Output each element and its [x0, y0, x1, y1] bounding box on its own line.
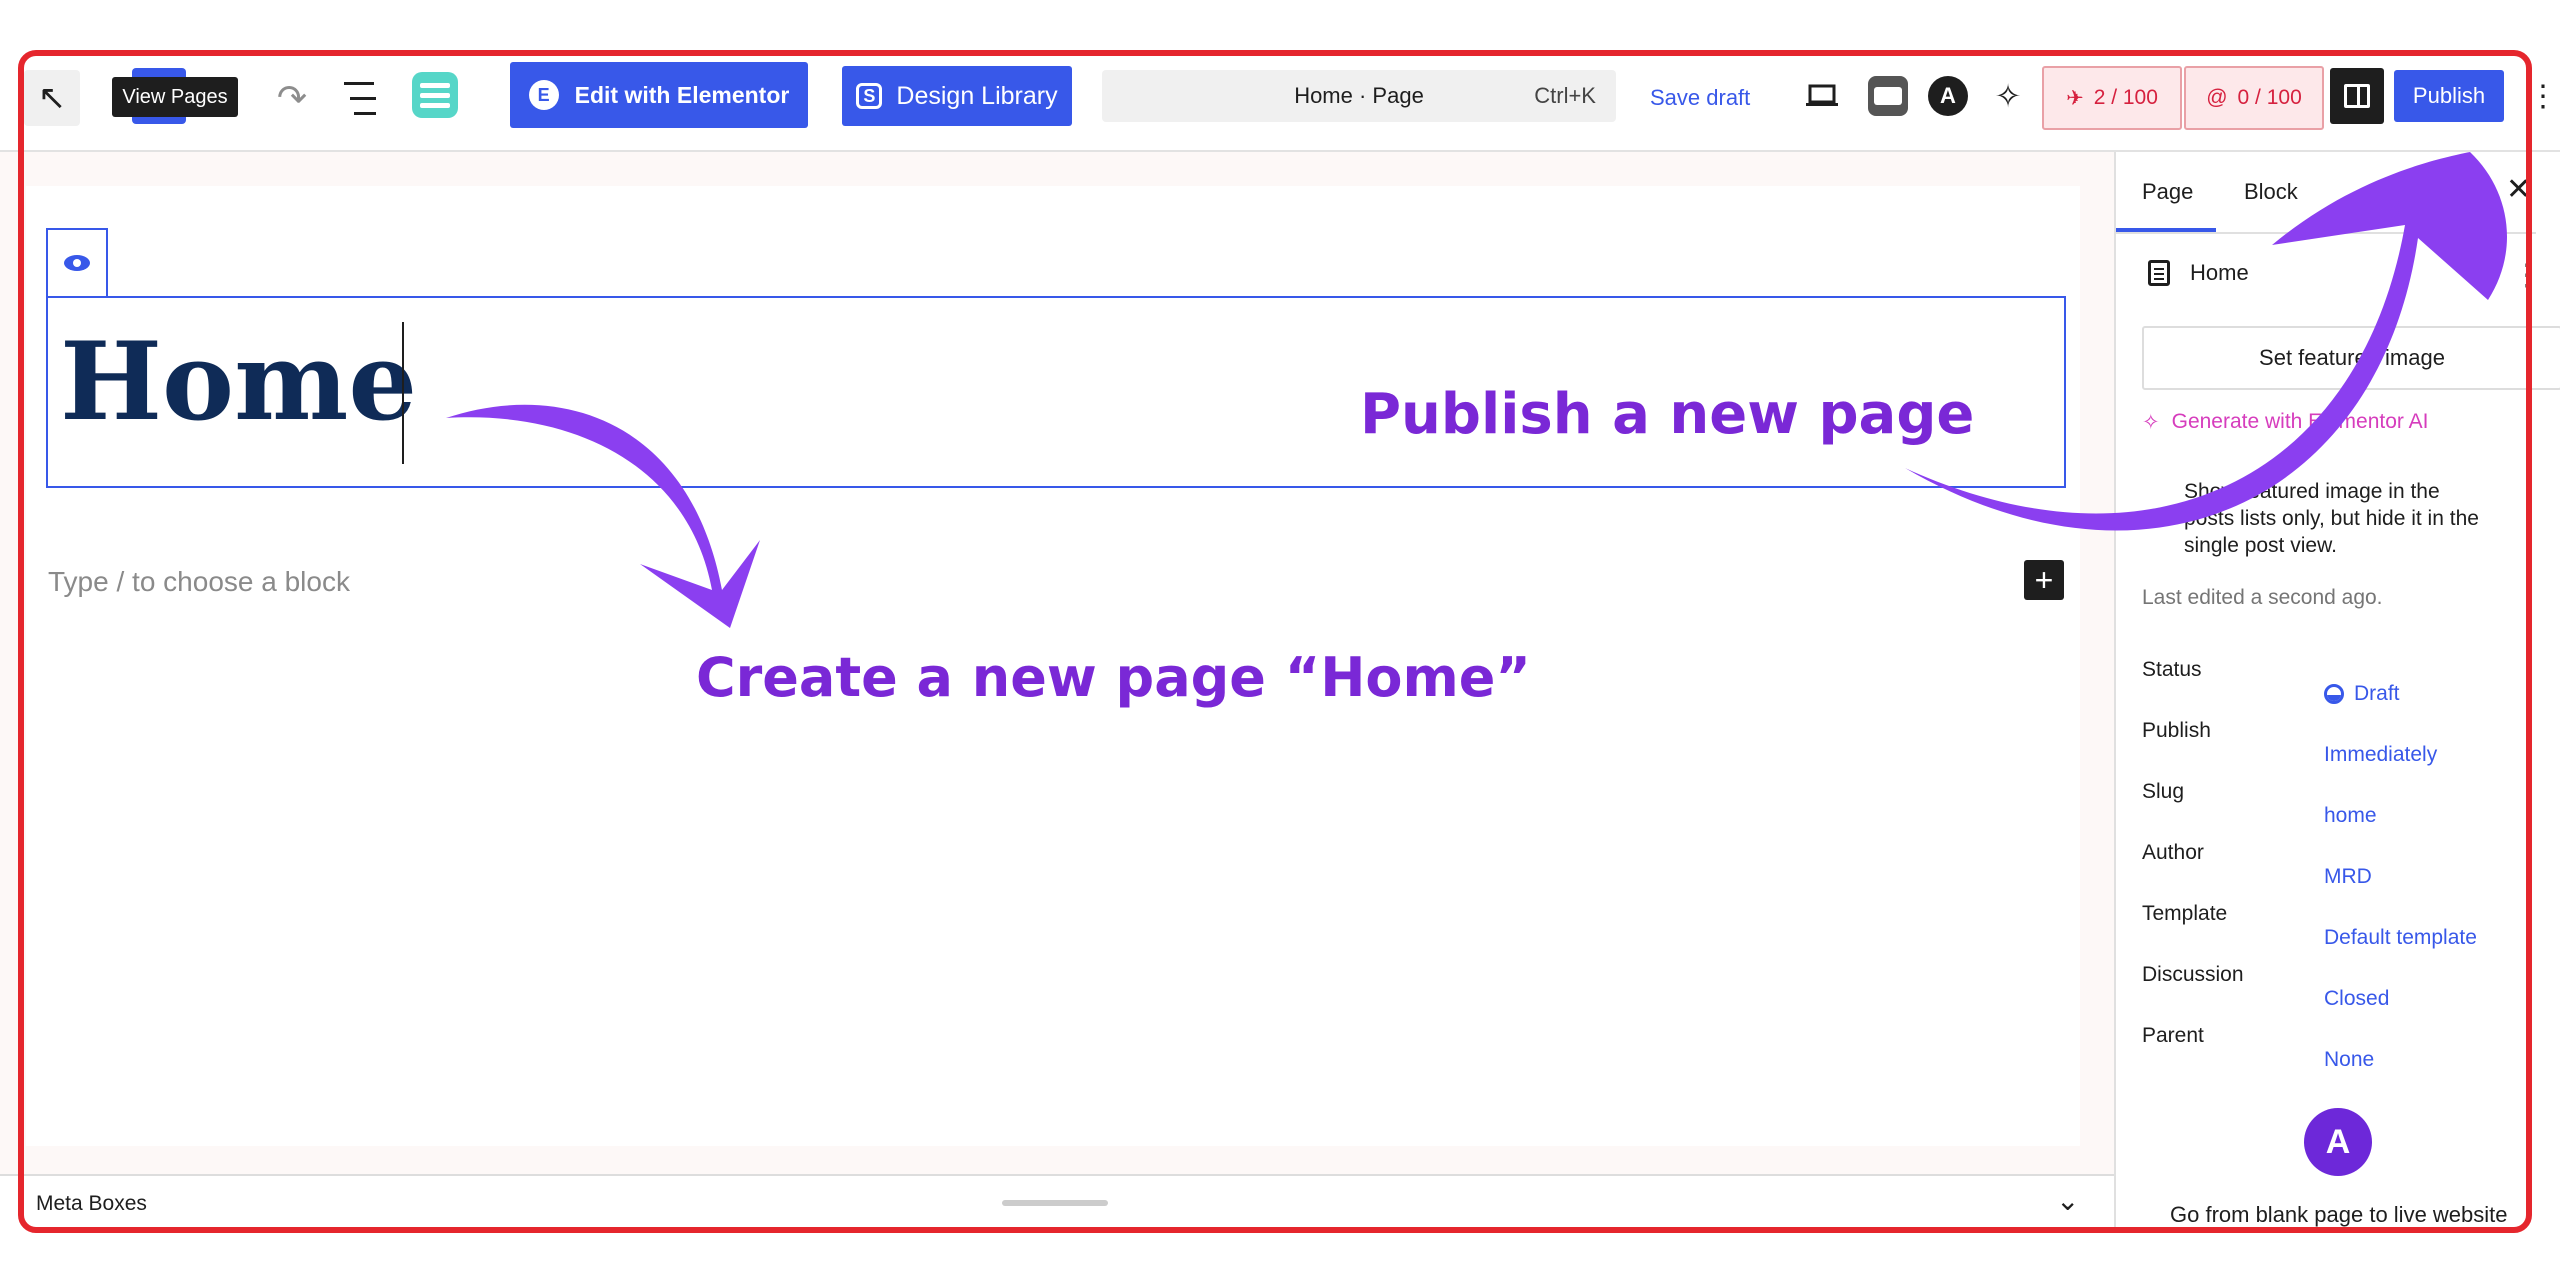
back-button[interactable]: ↖: [24, 70, 80, 126]
meta-row-discussion: Discussion Closed: [2142, 963, 2532, 1010]
sidebar-tabs: Page Block ✕: [2116, 152, 2536, 234]
publish-button[interactable]: Publish: [2394, 70, 2504, 122]
generate-ai-label: Generate with Elementor AI: [2171, 410, 2429, 433]
arrow-up-left-icon: ↖: [37, 79, 67, 117]
meta-label: Parent: [2142, 1024, 2204, 1047]
elementor-icon: E: [528, 80, 559, 110]
save-draft-button[interactable]: Save draft: [1650, 74, 1750, 122]
template-value[interactable]: Default template: [2324, 926, 2477, 950]
annotation-create-page: Create a new page “Home”: [696, 646, 1531, 709]
tab-block[interactable]: Block: [2244, 152, 2298, 232]
document-name: Home: [2190, 260, 2249, 285]
generate-ai-link[interactable]: ✧ Generate with Elementor AI: [2142, 410, 2428, 435]
design-library-icon: S: [856, 83, 883, 109]
page-icon: [2148, 260, 2170, 286]
layout-icon[interactable]: [1868, 76, 1908, 116]
annotation-publish-page: Publish a new page: [1360, 382, 1975, 447]
meta-row-parent: Parent None: [2142, 1024, 2532, 1071]
readability-value: 0 / 100: [2237, 86, 2302, 109]
readability-counter[interactable]: @ 0 / 100: [2184, 66, 2324, 130]
meta-label: Template: [2142, 902, 2228, 925]
preview-device-icon[interactable]: [1800, 74, 1844, 118]
promo-text: Go from blank page to live website: [2170, 1202, 2508, 1227]
eye-icon: [64, 255, 90, 271]
meta-boxes-panel[interactable]: Meta Boxes ⌄: [0, 1174, 2114, 1234]
astra-logo: A: [2304, 1108, 2372, 1176]
visibility-toggle[interactable]: [46, 228, 108, 298]
active-tab-indicator: [2116, 228, 2216, 232]
close-icon[interactable]: ✕: [2506, 172, 2531, 207]
text-caret: [402, 322, 404, 464]
more-options-icon[interactable]: ⋮: [2528, 72, 2558, 120]
seo-score-counter[interactable]: ✈ 2 / 100: [2042, 66, 2182, 130]
meta-label: Status: [2142, 658, 2202, 681]
ai-sparkle-icon: ✧: [2142, 411, 2160, 434]
design-library-button[interactable]: S Design Library: [842, 66, 1072, 126]
spectra-icon[interactable]: [412, 72, 458, 118]
resize-handle[interactable]: [1002, 1200, 1108, 1206]
list-view-icon[interactable]: [340, 74, 388, 122]
meta-boxes-label: Meta Boxes: [36, 1192, 147, 1215]
edit-with-elementor-label: Edit with Elementor: [574, 81, 790, 108]
chevron-down-icon[interactable]: ⌄: [2056, 1184, 2079, 1217]
last-edited-text: Last edited a second ago.: [2142, 586, 2383, 609]
parent-value[interactable]: None: [2324, 1048, 2374, 1072]
page-title[interactable]: Home: [60, 328, 417, 436]
featured-image-visibility-text[interactable]: Show featured image in the posts lists o…: [2184, 478, 2484, 559]
ai-sparkle-icon[interactable]: ✧: [1986, 74, 2030, 118]
document-summary: Home: [2148, 260, 2249, 286]
discussion-value[interactable]: Closed: [2324, 987, 2389, 1011]
status-text: Draft: [2354, 682, 2400, 705]
design-library-label: Design Library: [896, 81, 1058, 110]
redo-icon[interactable]: ↷: [268, 74, 316, 122]
seo-icon: ✈: [2066, 86, 2084, 110]
meta-label: Discussion: [2142, 963, 2244, 986]
command-palette[interactable]: Home · Page Ctrl+K: [1102, 70, 1616, 122]
meta-row-publish: Publish Immediately: [2142, 719, 2532, 766]
status-value[interactable]: Draft: [2324, 682, 2400, 706]
meta-row-status: Status Draft: [2142, 658, 2532, 705]
seo-score-value: 2 / 100: [2093, 86, 2158, 109]
plus-icon: +: [2034, 561, 2054, 598]
tab-page[interactable]: Page: [2142, 152, 2193, 232]
astra-icon[interactable]: A: [1928, 76, 1968, 116]
set-featured-image-button[interactable]: Set featured image: [2142, 326, 2560, 390]
readability-icon: @: [2206, 86, 2228, 109]
meta-row-slug: Slug home: [2142, 780, 2532, 827]
author-value[interactable]: MRD: [2324, 865, 2372, 889]
settings-sidebar: Page Block ✕ Home ⋮ Set featured image ✧…: [2114, 152, 2560, 1232]
edit-with-elementor-button[interactable]: E Edit with Elementor: [510, 62, 808, 128]
command-shortcut: Ctrl+K: [1534, 83, 1596, 108]
add-block-button[interactable]: +: [2024, 560, 2064, 600]
draft-icon: [2324, 684, 2344, 704]
document-actions-icon[interactable]: ⋮: [2512, 258, 2542, 293]
sidebar-icon: [2344, 84, 2370, 108]
settings-sidebar-toggle[interactable]: [2330, 68, 2384, 124]
meta-row-template: Template Default template: [2142, 902, 2532, 949]
meta-row-author: Author MRD: [2142, 841, 2532, 888]
meta-label: Publish: [2142, 719, 2211, 742]
view-pages-tooltip: View Pages: [112, 77, 238, 117]
slug-value[interactable]: home: [2324, 804, 2377, 828]
publish-date-value[interactable]: Immediately: [2324, 743, 2437, 767]
meta-label: Slug: [2142, 780, 2185, 803]
block-placeholder[interactable]: Type / to choose a block: [48, 566, 350, 598]
meta-label: Author: [2142, 841, 2204, 864]
